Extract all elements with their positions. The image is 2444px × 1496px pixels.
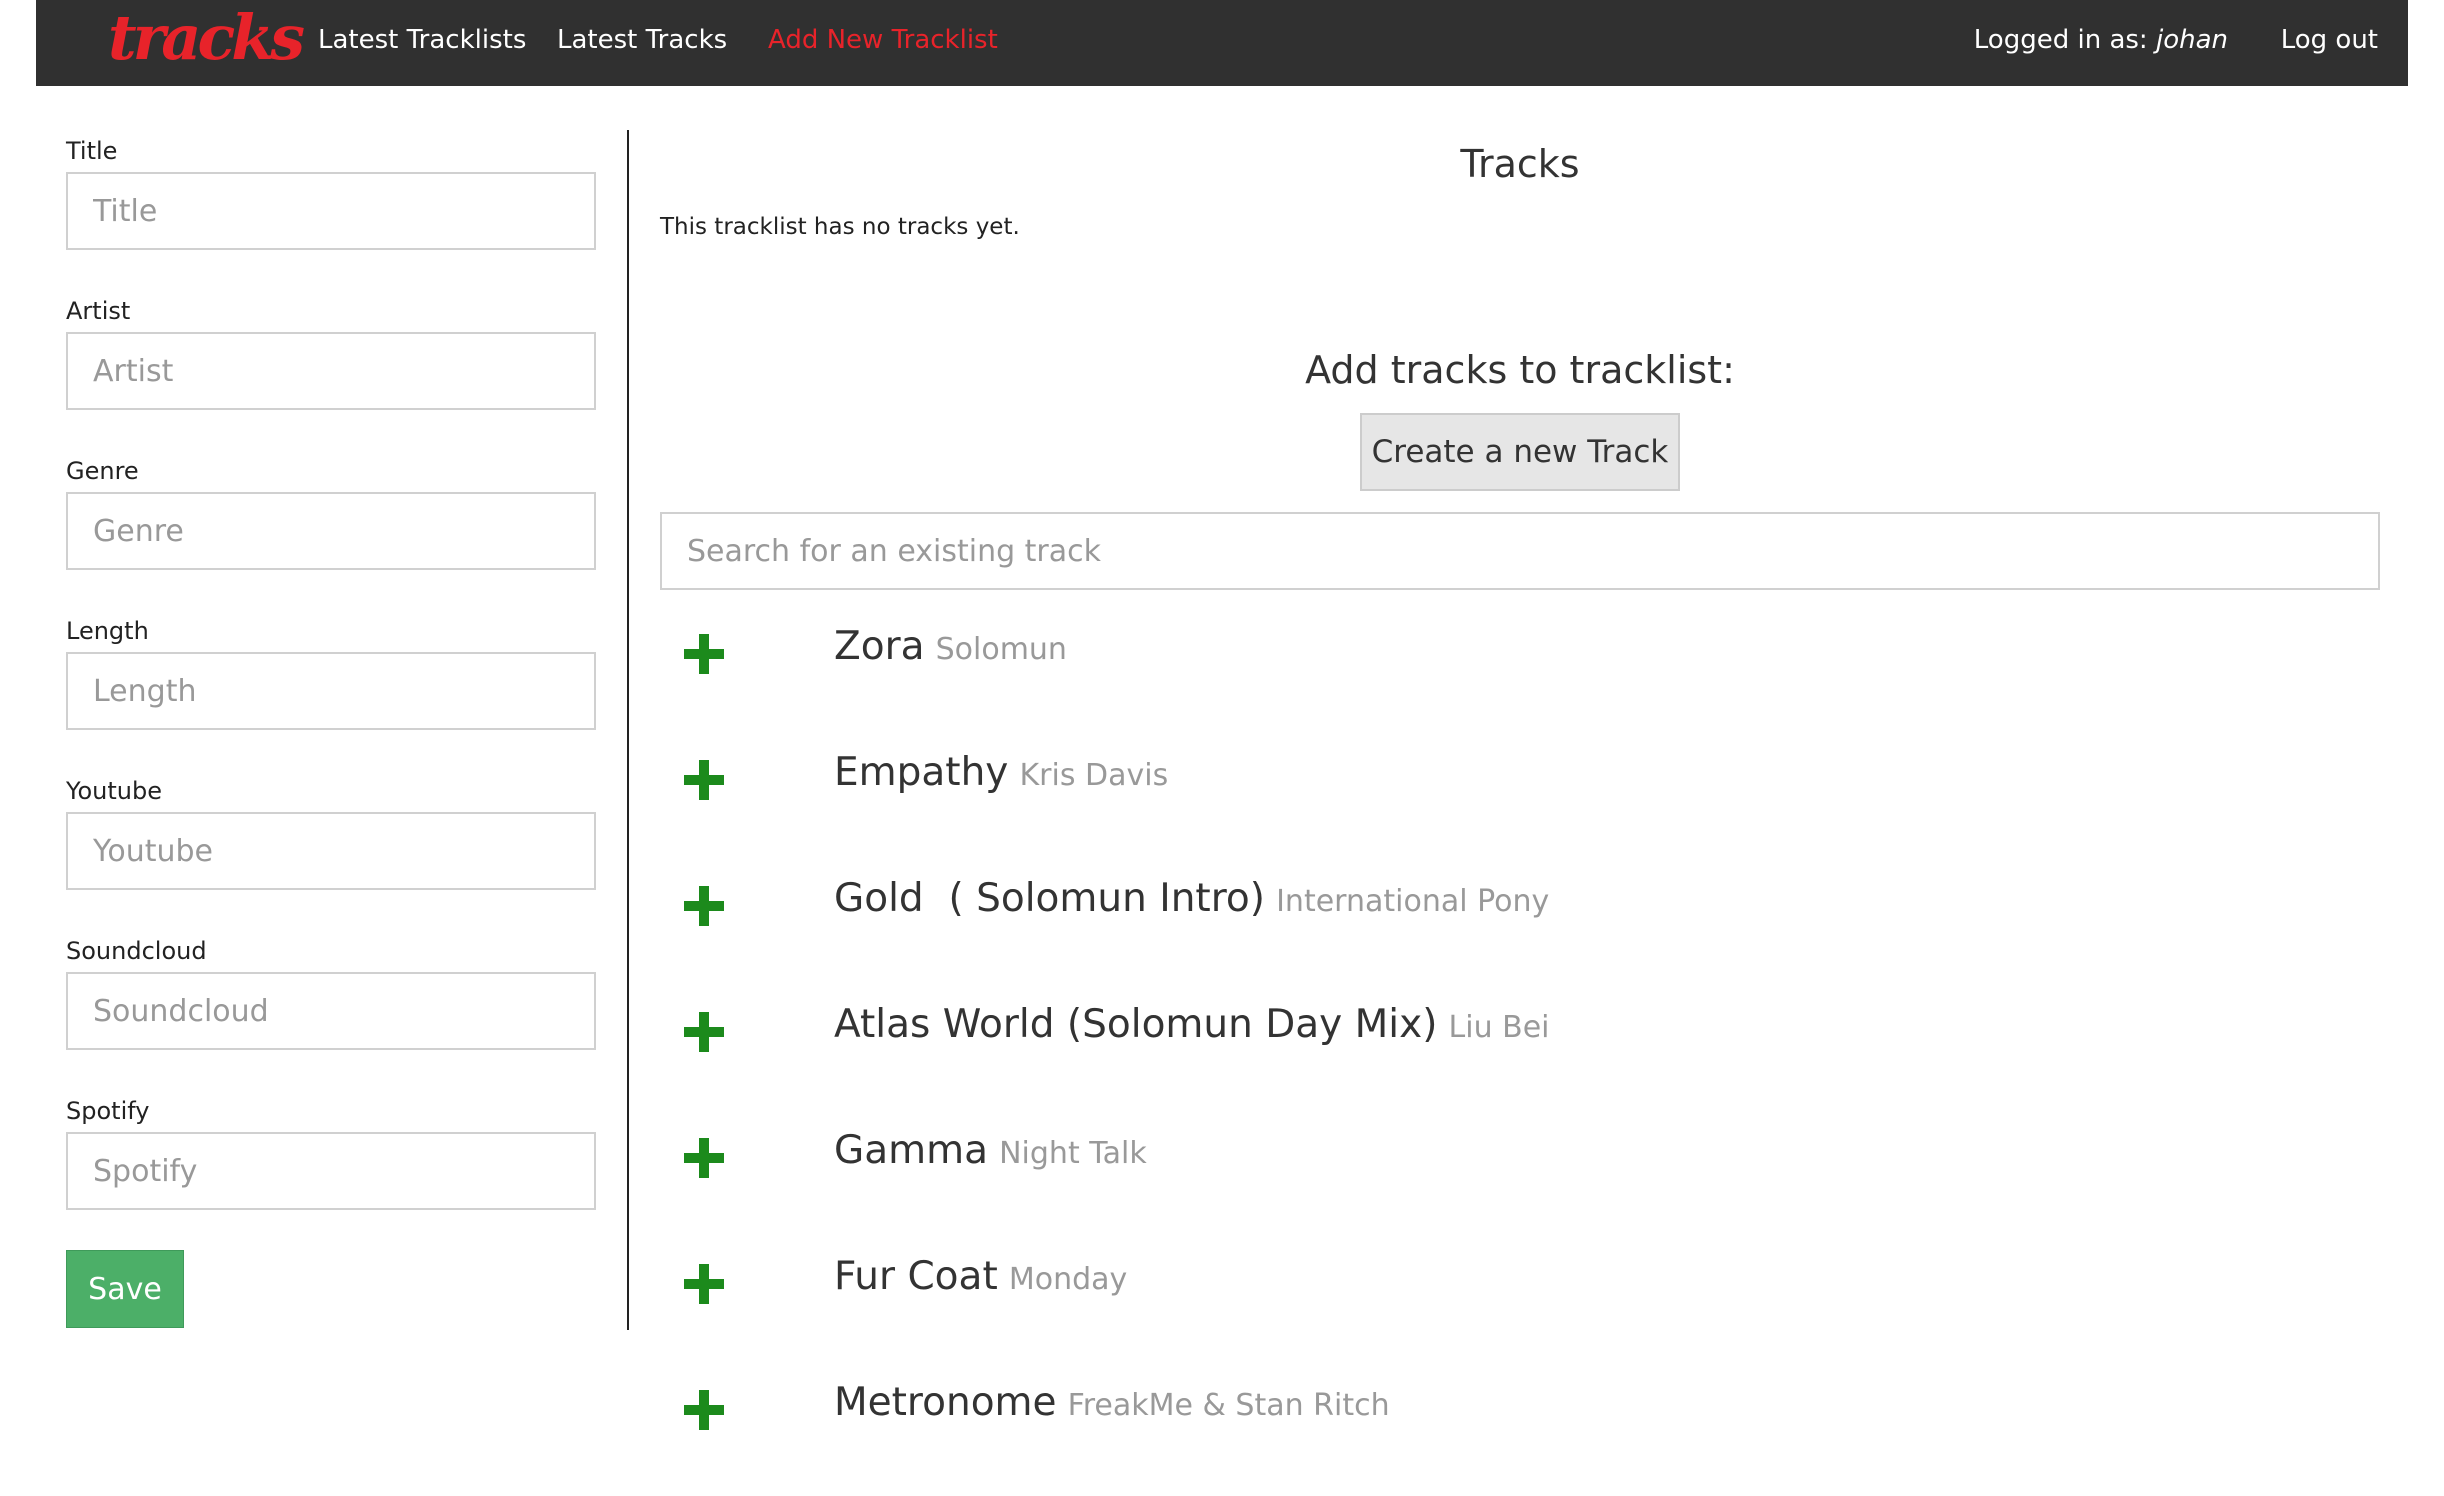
plus-icon[interactable] — [684, 886, 724, 926]
track-entry[interactable]: Metronome FreakMe & Stan Ritch — [834, 1380, 1390, 1425]
track-title: Gamma — [834, 1128, 989, 1173]
create-track-button[interactable]: Create a new Track — [1360, 413, 1680, 491]
nav-latest-tracklists[interactable]: Latest Tracklists — [318, 0, 526, 80]
track-entry[interactable]: Atlas World (Solomun Day Mix) Liu Bei — [834, 1002, 1550, 1047]
length-label: Length — [66, 617, 149, 645]
youtube-label: Youtube — [66, 777, 162, 805]
add-tracks-heading: Add tracks to tracklist: — [1305, 348, 1735, 392]
logged-in-status: Logged in as: johan — [1974, 0, 2228, 80]
plus-icon[interactable] — [684, 1264, 724, 1304]
column-divider — [627, 130, 629, 1330]
soundcloud-input[interactable] — [66, 972, 596, 1050]
plus-icon[interactable] — [684, 1390, 724, 1430]
track-entry[interactable]: Empathy Kris Davis — [834, 750, 1168, 795]
track-artist: FreakMe & Stan Ritch — [1067, 1388, 1390, 1423]
tracks-heading: Tracks — [1460, 142, 1580, 186]
title-input[interactable] — [66, 172, 596, 250]
plus-icon[interactable] — [684, 1012, 724, 1052]
nav-add-new-tracklist[interactable]: Add New Tracklist — [768, 0, 998, 80]
track-title: Gold ( Solomun Intro) — [834, 876, 1265, 921]
plus-icon[interactable] — [684, 634, 724, 674]
plus-icon[interactable] — [684, 760, 724, 800]
genre-field-group: Genre — [66, 450, 596, 610]
track-entry[interactable]: Fur Coat Monday — [834, 1254, 1127, 1299]
track-entry[interactable]: Gamma Night Talk — [834, 1128, 1147, 1173]
artist-input[interactable] — [66, 332, 596, 410]
list-item: Fur Coat Monday — [660, 1244, 2380, 1370]
empty-tracklist-message: This tracklist has no tracks yet. — [660, 214, 1020, 240]
logout-link[interactable]: Log out — [2281, 0, 2378, 80]
track-entry[interactable]: Zora Solomun — [834, 624, 1067, 669]
youtube-field-group: Youtube — [66, 770, 596, 930]
tracklist-form: Title Artist Genre Length Youtube Soundc… — [66, 130, 596, 1328]
list-item: Atlas World (Solomun Day Mix) Liu Bei — [660, 992, 2380, 1118]
track-title: Metronome — [834, 1380, 1057, 1425]
track-title: Atlas World (Solomun Day Mix) — [834, 1002, 1438, 1047]
spotify-input[interactable] — [66, 1132, 596, 1210]
search-results-list: Zora Solomun Empathy Kris Davis Gold ( S… — [660, 614, 2380, 1496]
track-title: Fur Coat — [834, 1254, 998, 1299]
track-artist: International Pony — [1276, 884, 1550, 919]
plus-icon[interactable] — [684, 1138, 724, 1178]
nav-latest-tracks[interactable]: Latest Tracks — [557, 0, 727, 80]
track-artist: Liu Bei — [1448, 1010, 1550, 1045]
genre-input[interactable] — [66, 492, 596, 570]
track-entry[interactable]: Gold ( Solomun Intro) International Pony — [834, 876, 1549, 921]
artist-label: Artist — [66, 297, 131, 325]
track-title: Empathy — [834, 750, 1009, 795]
username: johan — [2155, 25, 2228, 55]
track-title: Zora — [834, 624, 925, 669]
track-artist: Solomun — [935, 632, 1067, 667]
list-item: Zora Solomun — [660, 614, 2380, 740]
length-field-group: Length — [66, 610, 596, 770]
genre-label: Genre — [66, 457, 139, 485]
list-item: Gold ( Solomun Intro) International Pony — [660, 866, 2380, 992]
track-search-input[interactable] — [660, 512, 2380, 590]
top-navbar: tracks Latest Tracklists Latest Tracks A… — [36, 0, 2408, 86]
length-input[interactable] — [66, 652, 596, 730]
soundcloud-label: Soundcloud — [66, 937, 207, 965]
list-item: Gamma Night Talk — [660, 1118, 2380, 1244]
spotify-field-group: Spotify — [66, 1090, 596, 1250]
logged-in-label: Logged in as: — [1973, 25, 2148, 55]
title-label: Title — [66, 137, 118, 165]
list-item: Empathy Kris Davis — [660, 740, 2380, 866]
list-item: Metronome FreakMe & Stan Ritch — [660, 1370, 2380, 1496]
youtube-input[interactable] — [66, 812, 596, 890]
artist-field-group: Artist — [66, 290, 596, 450]
spotify-label: Spotify — [66, 1097, 150, 1125]
title-field-group: Title — [66, 130, 596, 290]
track-artist: Monday — [1008, 1262, 1128, 1297]
track-artist: Night Talk — [999, 1136, 1147, 1171]
site-logo[interactable]: tracks — [108, 6, 305, 70]
soundcloud-field-group: Soundcloud — [66, 930, 596, 1090]
track-artist: Kris Davis — [1019, 758, 1169, 793]
save-button[interactable]: Save — [66, 1250, 184, 1328]
